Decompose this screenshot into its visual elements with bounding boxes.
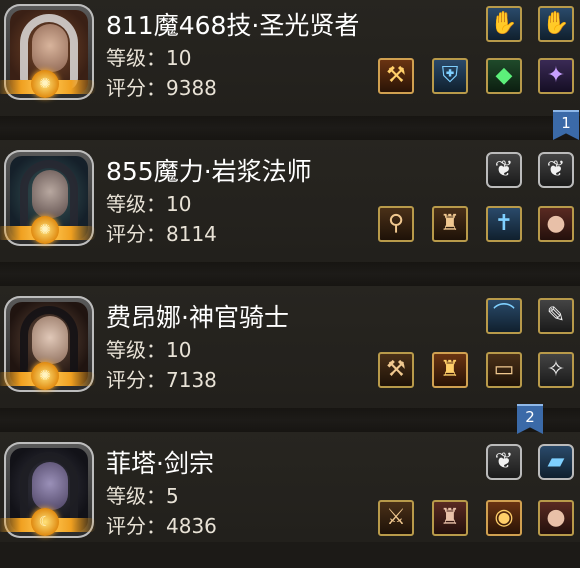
cross-amulet-icon[interactable]: ✝ xyxy=(486,206,522,242)
character-score: 评分：4836 xyxy=(106,514,217,538)
character-row[interactable]: ✺ 811魔468技·圣光贤者 等级：10 评分：9388 ✋ ✋ ⚒ ⛨ ◆ … xyxy=(0,0,580,130)
sun-emblem-icon: ✺ xyxy=(31,216,59,244)
robe-icon[interactable]: ♜ xyxy=(432,206,468,242)
demon-armor-icon[interactable]: ♜ xyxy=(432,500,468,536)
character-name: 菲塔·剑宗 xyxy=(106,449,214,478)
character-score: 评分：8114 xyxy=(106,222,217,246)
character-score: 评分：7138 xyxy=(106,368,217,392)
tome-icon[interactable]: ▰ xyxy=(538,444,574,480)
green-gem-icon[interactable]: ◆ xyxy=(486,58,522,94)
staff-icon[interactable]: ⚲ xyxy=(378,206,414,242)
sun-emblem-icon: ✺ xyxy=(31,70,59,98)
shield-icon[interactable]: ◉ xyxy=(486,500,522,536)
character-level: 等级：10 xyxy=(106,192,192,216)
character-level: 等级：10 xyxy=(106,338,192,362)
character-name: 855魔力·岩浆法师 xyxy=(106,157,312,186)
whip-icon[interactable]: ⌒ xyxy=(486,298,522,334)
war-hammer-icon[interactable]: ⚒ xyxy=(378,352,414,388)
character-name: 费昂娜·神官骑士 xyxy=(106,303,289,332)
character-row[interactable]: ✺ 费昂娜·神官骑士 等级：10 评分：7138 ⌒ ✎ ⚒ ♜ ▭ ✧ xyxy=(0,292,580,422)
sun-emblem-icon: ✺ xyxy=(31,362,59,390)
character-level: 等级：10 xyxy=(106,46,192,70)
wing-icon[interactable]: ❦ xyxy=(486,152,522,188)
wing-icon[interactable]: ❦ xyxy=(486,444,522,480)
orb-icon[interactable]: ● xyxy=(538,206,574,242)
sword-icon[interactable]: ⚔ xyxy=(378,500,414,536)
hammer-icon[interactable]: ⚒ xyxy=(378,58,414,94)
blue-glove-icon[interactable]: ✋ xyxy=(486,6,522,42)
character-score: 评分：9388 xyxy=(106,76,217,100)
blue-glove-icon[interactable]: ✋ xyxy=(538,6,574,42)
necklace-icon[interactable]: ✧ xyxy=(538,352,574,388)
moon-emblem-icon: ☾ xyxy=(31,508,59,536)
orb-icon[interactable]: ● xyxy=(538,500,574,536)
character-level: 等级：5 xyxy=(106,484,179,508)
dagger-icon[interactable]: ✎ xyxy=(538,298,574,334)
armor-icon[interactable]: ♜ xyxy=(432,352,468,388)
scroll-icon[interactable]: ▭ xyxy=(486,352,522,388)
character-row[interactable]: ✺ 855魔力·岩浆法师 等级：10 评分：8114 ❦ ❦ ⚲ ♜ ✝ ● xyxy=(0,146,580,276)
purple-sparkle-icon[interactable]: ✦ xyxy=(538,58,574,94)
blue-armor-icon[interactable]: ⛨ xyxy=(432,58,468,94)
character-name: 811魔468技·圣光贤者 xyxy=(106,11,360,40)
character-row[interactable]: ☾ 菲塔·剑宗 等级：5 评分：4836 ❦ ▰ ⚔ ♜ ◉ ● xyxy=(0,438,580,568)
wing-icon[interactable]: ❦ xyxy=(538,152,574,188)
